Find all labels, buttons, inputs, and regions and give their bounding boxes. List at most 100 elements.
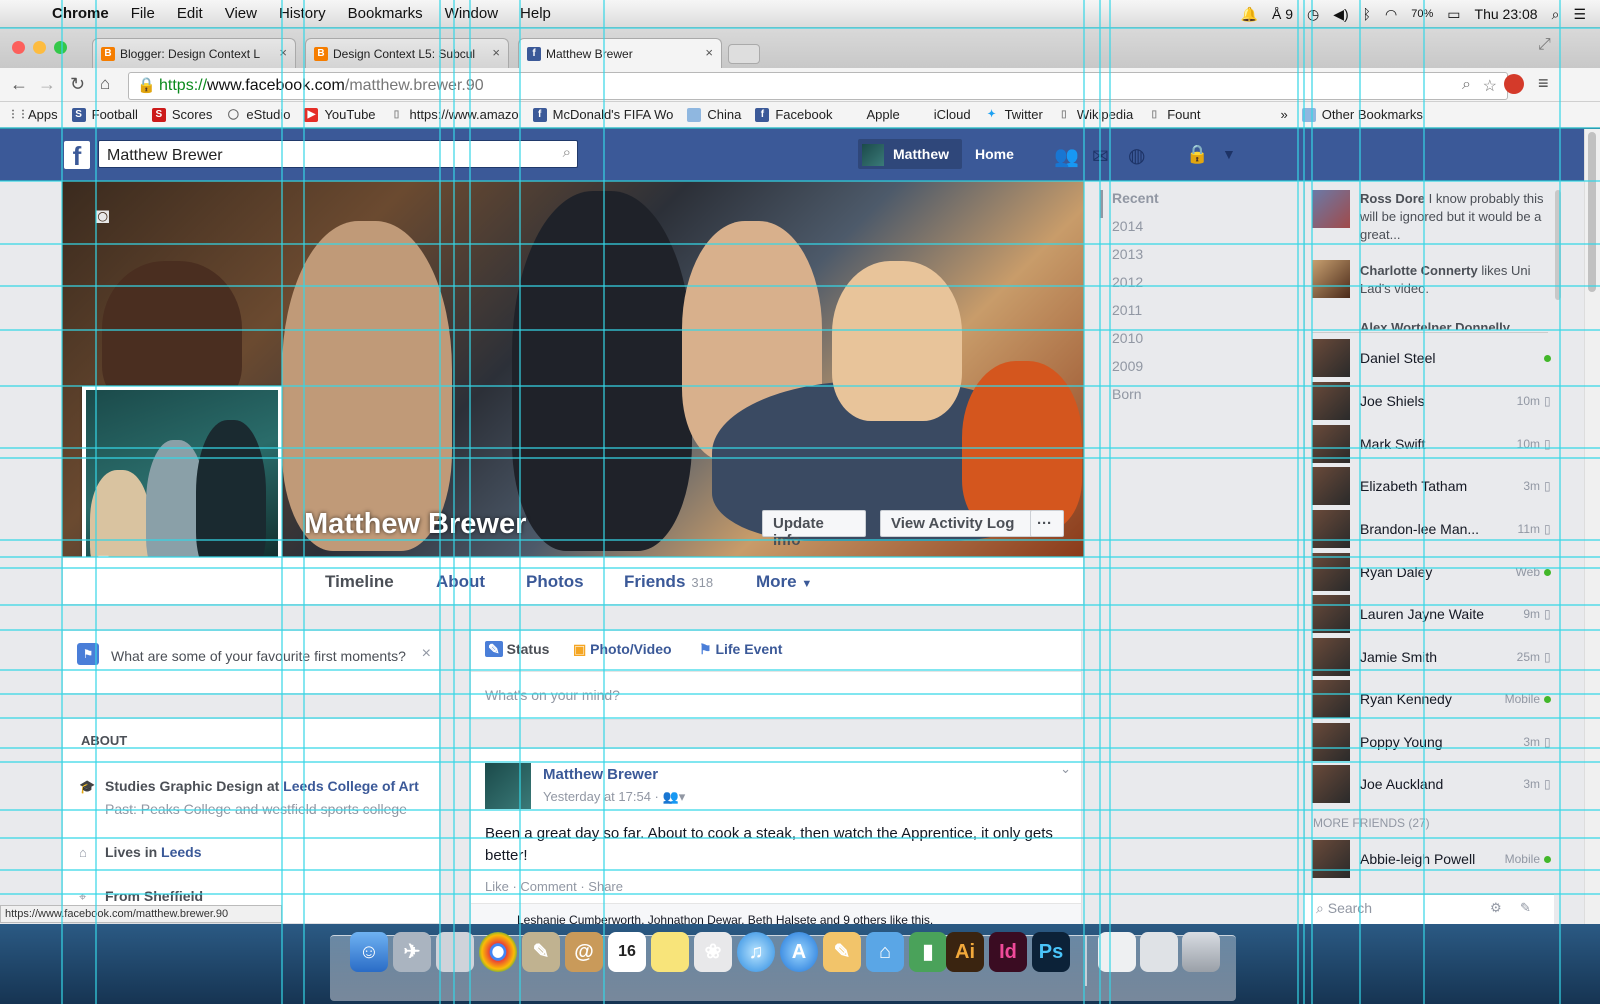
bookmark-amazon[interactable]: ▯ https://www.amazo	[390, 107, 519, 122]
tab-friends[interactable]: Friends 318	[624, 572, 713, 592]
friends-icon[interactable]: 👥▾	[663, 789, 686, 804]
year-2014[interactable]: 2014	[1100, 218, 1159, 246]
chat-contact[interactable]: Poppy Young 3m ▯	[1312, 722, 1551, 762]
update-info-button[interactable]: Update info	[762, 510, 866, 549]
college-link[interactable]: Leeds College of Art	[283, 778, 419, 794]
search-icon[interactable]: ⌕	[1462, 76, 1471, 94]
bookmark-youtube[interactable]: ▶ YouTube	[304, 107, 376, 122]
avatar[interactable]	[1312, 190, 1350, 228]
chevron-down-icon[interactable]: ⌄	[1060, 761, 1071, 777]
menu-bookmarks[interactable]: Bookmarks	[348, 5, 423, 22]
nav-home[interactable]: Home	[975, 146, 1014, 162]
bookmark-fount[interactable]: ▯ Fount	[1147, 107, 1200, 122]
notes-icon[interactable]	[651, 932, 689, 972]
close-icon[interactable]: ×	[422, 645, 431, 663]
post-actions[interactable]: Like · Comment · Share	[485, 879, 623, 894]
scrollbar-thumb[interactable]	[1588, 132, 1596, 292]
chat-contact[interactable]: Ryan Kennedy Mobile	[1312, 679, 1551, 719]
volume-icon[interactable]: ◀)	[1333, 6, 1348, 23]
year-2010[interactable]: 2010	[1100, 330, 1159, 358]
bookmark-wikipedia[interactable]: ▯ Wikipedia	[1057, 107, 1133, 122]
facebook-logo-icon[interactable]: f	[64, 141, 90, 171]
menu-help[interactable]: Help	[520, 5, 551, 22]
close-window-icon[interactable]	[12, 41, 25, 54]
globe-icon[interactable]: ◍	[1128, 143, 1145, 168]
menu-view[interactable]: View	[225, 5, 257, 22]
chrome-icon[interactable]	[479, 932, 517, 972]
life-event-tab[interactable]: ⚑ Life Event	[699, 641, 782, 658]
forward-icon[interactable]: →	[38, 74, 56, 95]
bookmark-apple[interactable]: Apple	[846, 107, 899, 122]
numbers-icon[interactable]: ▮	[909, 932, 947, 972]
bookmark-apps[interactable]: ⋮⋮ Apps	[8, 107, 58, 122]
tab-about[interactable]: About	[436, 572, 485, 592]
minimize-window-icon[interactable]	[33, 41, 46, 54]
document-icon[interactable]	[1098, 932, 1136, 972]
chat-contact[interactable]: Abbie-leigh Powell Mobile	[1312, 839, 1551, 879]
calendar-icon[interactable]: 16	[608, 932, 646, 972]
keynote-icon[interactable]: ⌂	[866, 932, 904, 972]
bookmark-estudio[interactable]: ◯ eStudio	[226, 107, 291, 122]
ticker-item[interactable]: Ross Dore I know probably this will be i…	[1360, 190, 1546, 244]
bookmarks-overflow[interactable]: »	[1280, 107, 1287, 122]
menu-history[interactable]: History	[279, 5, 326, 22]
tab-design-context[interactable]: B Design Context L5: Subcul ×	[305, 38, 509, 68]
menu-app-name[interactable]: Chrome	[52, 5, 109, 22]
battery-percent[interactable]: 70%	[1411, 8, 1433, 20]
time-machine-icon[interactable]: ◷	[1307, 6, 1319, 23]
chat-contact[interactable]: Elizabeth Tatham 3m ▯	[1312, 466, 1551, 506]
chat-contact[interactable]: Ryan Daley Web	[1312, 552, 1551, 592]
search-icon[interactable]: ⌕	[563, 144, 571, 161]
pages-icon[interactable]: ✎	[823, 932, 861, 972]
photos-icon[interactable]: ❀	[694, 932, 732, 972]
bookmark-mcdonalds[interactable]: f McDonald's FIFA Wo	[532, 107, 673, 122]
messages-icon[interactable]: ✉	[1092, 144, 1109, 169]
status-tab[interactable]: ✎ Status	[485, 641, 549, 658]
chat-contact[interactable]: Lauren Jayne Waite 9m ▯	[1312, 594, 1551, 634]
tab-more[interactable]: More ▼	[756, 572, 812, 592]
prompt-text[interactable]: What are some of your favourite first mo…	[111, 647, 411, 666]
photoshop-icon[interactable]: Ps	[1032, 932, 1070, 972]
activity-log-button[interactable]: View Activity Log	[880, 510, 1032, 537]
chat-search-input[interactable]: ⌕ Search	[1316, 900, 1372, 917]
chat-contact[interactable]: Jamie Smith 25m ▯	[1312, 637, 1551, 677]
facebook-search-input[interactable]: Matthew Brewer ⌕	[98, 140, 578, 168]
more-options-button[interactable]: ···	[1030, 510, 1064, 537]
ticker-item[interactable]: Alex Wortelner Donnelly	[1360, 320, 1546, 330]
tab-timeline[interactable]: Timeline	[325, 572, 394, 592]
profile-picture[interactable]: ◙	[82, 386, 282, 586]
gear-icon[interactable]: ⚙	[1490, 900, 1502, 916]
bookmark-scores[interactable]: S Scores	[151, 107, 212, 122]
bookmark-icloud[interactable]: iCloud	[914, 107, 971, 122]
city-link[interactable]: Leeds	[161, 844, 201, 860]
friend-requests-icon[interactable]: 👥	[1054, 144, 1079, 169]
finder-icon[interactable]: ☺	[350, 932, 388, 972]
chat-contact[interactable]: Joe Shiels 10m ▯	[1312, 381, 1551, 421]
address-bar[interactable]: 🔒 https://www.facebook.com/matthew.brewe…	[128, 72, 1508, 100]
menu-file[interactable]: File	[131, 5, 155, 22]
bookmark-twitter[interactable]: ✦ Twitter	[985, 107, 1043, 122]
nav-user-name[interactable]: Matthew	[893, 146, 949, 162]
post-timestamp[interactable]: Yesterday at 17:54 ·	[543, 789, 659, 804]
downloads-icon[interactable]	[1140, 932, 1178, 972]
close-icon[interactable]: ×	[492, 45, 500, 60]
home-icon[interactable]: ⌂	[100, 74, 110, 94]
fullscreen-icon[interactable]: ⤢	[1538, 36, 1551, 54]
bluetooth-icon[interactable]: ᛒ	[1363, 6, 1371, 22]
bookmark-china[interactable]: China	[687, 107, 741, 122]
camera-icon[interactable]: ◙	[96, 203, 109, 229]
year-2011[interactable]: 2011	[1100, 302, 1159, 330]
bookmark-facebook[interactable]: f Facebook	[755, 107, 832, 122]
preview-icon[interactable]: ✎	[522, 932, 560, 972]
zoom-window-icon[interactable]	[54, 41, 67, 54]
avatar[interactable]	[1312, 260, 1350, 298]
adobe-badge[interactable]: Å 9	[1272, 6, 1293, 22]
reload-icon[interactable]: ↻	[70, 74, 85, 95]
tab-blogger[interactable]: B Blogger: Design Context L ×	[92, 38, 296, 68]
indesign-icon[interactable]: Id	[989, 932, 1027, 972]
menu-edit[interactable]: Edit	[177, 5, 203, 22]
tab-photos[interactable]: Photos	[526, 572, 584, 592]
bookmark-football[interactable]: S Football	[71, 107, 138, 122]
contacts-icon[interactable]: @	[565, 932, 603, 972]
extension-icon[interactable]	[1504, 74, 1524, 94]
